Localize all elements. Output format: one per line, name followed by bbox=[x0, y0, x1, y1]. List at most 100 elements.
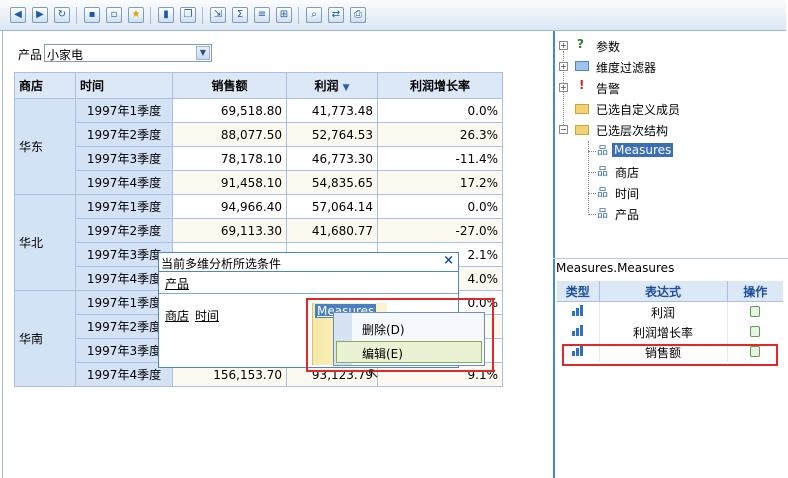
panel-title: 当前多维分析所选条件 bbox=[161, 257, 282, 271]
swap-icon[interactable]: ⇄ bbox=[328, 7, 344, 23]
chevron-down-icon[interactable]: ▼ bbox=[196, 46, 210, 60]
sales-cell: 94,966.40 bbox=[172, 194, 287, 219]
sales-cell: 69,518.80 bbox=[172, 98, 287, 123]
header-action: 操作 bbox=[726, 281, 783, 302]
header-growth[interactable]: 利润增长率 bbox=[377, 72, 503, 99]
header-type: 类型 bbox=[557, 281, 599, 302]
chart-icon[interactable]: ▮ bbox=[158, 7, 174, 23]
sort-desc-icon[interactable]: ▼ bbox=[343, 83, 350, 93]
side-pane bbox=[553, 31, 788, 478]
growth-cell: -11.4% bbox=[377, 146, 503, 171]
sales-cell: 91,458.10 bbox=[172, 170, 287, 195]
annotation-highlight-box bbox=[562, 344, 778, 366]
profit-cell: 52,764.53 bbox=[286, 122, 378, 147]
measures-panel-title: Measures.Measures bbox=[556, 261, 675, 275]
divider bbox=[553, 258, 788, 259]
expand-icon[interactable]: + bbox=[559, 41, 568, 50]
tree-item-store[interactable]: 商店 bbox=[615, 164, 639, 181]
sales-cell: 69,113.30 bbox=[172, 218, 287, 243]
bar-chart-icon bbox=[557, 322, 599, 342]
collapse-icon[interactable]: − bbox=[559, 125, 568, 134]
table-row: 利润 bbox=[557, 301, 783, 323]
table-row: 1997年4季度 91,458.10 54,835.65 17.2% bbox=[15, 170, 503, 195]
sales-cell: 88,077.50 bbox=[172, 122, 287, 147]
store-cell[interactable]: 华南 bbox=[14, 290, 76, 387]
growth-cell: 17.2% bbox=[377, 170, 503, 195]
window-icon[interactable]: ❐ bbox=[180, 7, 196, 23]
product-label: 产品 bbox=[18, 48, 43, 62]
row-dim-time-link[interactable]: 时间 bbox=[195, 307, 219, 324]
tree-item-params[interactable]: 参数 bbox=[596, 38, 620, 55]
table-row: 1997年3季度 78,178.10 46,773.30 -11.4% bbox=[15, 146, 503, 171]
hierarchy-icon: 品 bbox=[597, 165, 608, 178]
growth-cell: 0.0% bbox=[377, 98, 503, 123]
table-row: 华东 1997年1季度 69,518.80 41,773.48 0.0% bbox=[14, 98, 503, 195]
growth-cell: 0.0% bbox=[377, 194, 503, 219]
header-expression: 表达式 bbox=[598, 281, 727, 302]
growth-cell: 26.3% bbox=[377, 122, 503, 147]
sum-icon[interactable]: Σ bbox=[232, 7, 248, 23]
save-as-icon[interactable]: ▫ bbox=[106, 7, 122, 23]
tree-item-product[interactable]: 产品 bbox=[615, 206, 639, 223]
print-icon[interactable]: ⎙ bbox=[350, 7, 366, 23]
time-cell[interactable]: 1997年1季度 bbox=[75, 98, 173, 123]
time-cell[interactable]: 1997年4季度 bbox=[75, 170, 173, 195]
bar-chart-icon bbox=[557, 302, 599, 323]
export-icon[interactable]: ⇲ bbox=[210, 7, 226, 23]
tree-item-time[interactable]: 时间 bbox=[615, 185, 639, 202]
delete-icon[interactable] bbox=[726, 301, 783, 322]
hierarchy-icon: 品 bbox=[597, 186, 608, 199]
time-cell[interactable]: 1997年2季度 bbox=[75, 122, 173, 147]
header-profit[interactable]: 利润 ▼ bbox=[286, 72, 378, 99]
mouse-cursor-icon: ↖ bbox=[367, 364, 380, 382]
sales-cell: 78,178.10 bbox=[172, 146, 287, 171]
table-row: 1997年2季度 88,077.50 52,764.53 26.3% bbox=[15, 122, 503, 147]
expand-icon[interactable]: + bbox=[559, 62, 568, 71]
tree-item-hierarchy[interactable]: 已选层次结构 bbox=[596, 122, 668, 139]
time-cell[interactable]: 1997年3季度 bbox=[75, 146, 173, 171]
time-cell[interactable]: 1997年2季度 bbox=[75, 218, 173, 243]
annotation-highlight-box bbox=[306, 298, 494, 372]
profit-cell: 41,773.48 bbox=[286, 98, 378, 123]
filter-product-link[interactable]: 产品 bbox=[165, 275, 189, 292]
header-time[interactable]: 时间 bbox=[75, 72, 173, 99]
filter-icon bbox=[575, 61, 589, 71]
store-cell[interactable]: 华北 bbox=[14, 194, 76, 291]
favorite-icon[interactable]: ★ bbox=[128, 7, 144, 23]
properties-icon[interactable]: ≡ bbox=[254, 7, 270, 23]
time-cell[interactable]: 1997年1季度 bbox=[75, 194, 173, 219]
table-row: 1997年2季度 69,113.30 41,680.77 -27.0% bbox=[15, 218, 503, 243]
refresh-icon[interactable]: ↻ bbox=[54, 7, 70, 23]
product-select[interactable]: 小家电 ▼ bbox=[44, 44, 212, 62]
tree-item-alert[interactable]: 告警 bbox=[596, 80, 620, 97]
tree-item-measures[interactable]: Measures bbox=[612, 143, 674, 157]
header-profit-label: 利润 bbox=[314, 79, 339, 93]
table-row: 利润增长率 bbox=[557, 322, 783, 342]
forward-icon[interactable]: ▶ bbox=[32, 7, 48, 23]
store-cell[interactable]: 华东 bbox=[14, 98, 76, 195]
divider bbox=[159, 271, 458, 272]
expand-icon[interactable]: + bbox=[559, 83, 568, 92]
product-value: 小家电 bbox=[47, 48, 84, 62]
measure-name[interactable]: 利润增长率 bbox=[598, 322, 727, 342]
tree-item-dim-filter[interactable]: 维度过滤器 bbox=[596, 59, 656, 76]
drill-icon[interactable]: ⊞ bbox=[276, 7, 292, 23]
alert-icon: ! bbox=[579, 78, 585, 92]
hierarchy-icon: 品 bbox=[597, 144, 608, 157]
row-dim-store-link[interactable]: 商店 bbox=[165, 307, 189, 324]
delete-icon[interactable] bbox=[726, 322, 783, 342]
header-store[interactable]: 商店 bbox=[14, 72, 76, 99]
table-row: 华北 1997年1季度 94,966.40 57,064.14 0.0% bbox=[14, 194, 503, 291]
profit-cell: 41,680.77 bbox=[286, 218, 378, 243]
profit-cell: 57,064.14 bbox=[286, 194, 378, 219]
save-icon[interactable]: ▪ bbox=[84, 7, 100, 23]
folder-open-icon bbox=[575, 125, 589, 135]
back-icon[interactable]: ◀ bbox=[10, 7, 26, 23]
header-sales[interactable]: 销售额 bbox=[172, 72, 287, 99]
tree-item-custom-members[interactable]: 已选自定义成员 bbox=[596, 101, 680, 118]
measure-name[interactable]: 利润 bbox=[598, 301, 727, 322]
toolbar: ◀ ▶ ↻ ▪ ▫ ★ ▮ ❐ ⇲ Σ ≡ ⊞ ⌕ ⇄ ⎙ bbox=[0, 0, 786, 31]
profit-cell: 54,835.65 bbox=[286, 170, 378, 195]
zoom-icon[interactable]: ⌕ bbox=[306, 7, 322, 23]
close-icon[interactable]: × bbox=[443, 253, 454, 268]
